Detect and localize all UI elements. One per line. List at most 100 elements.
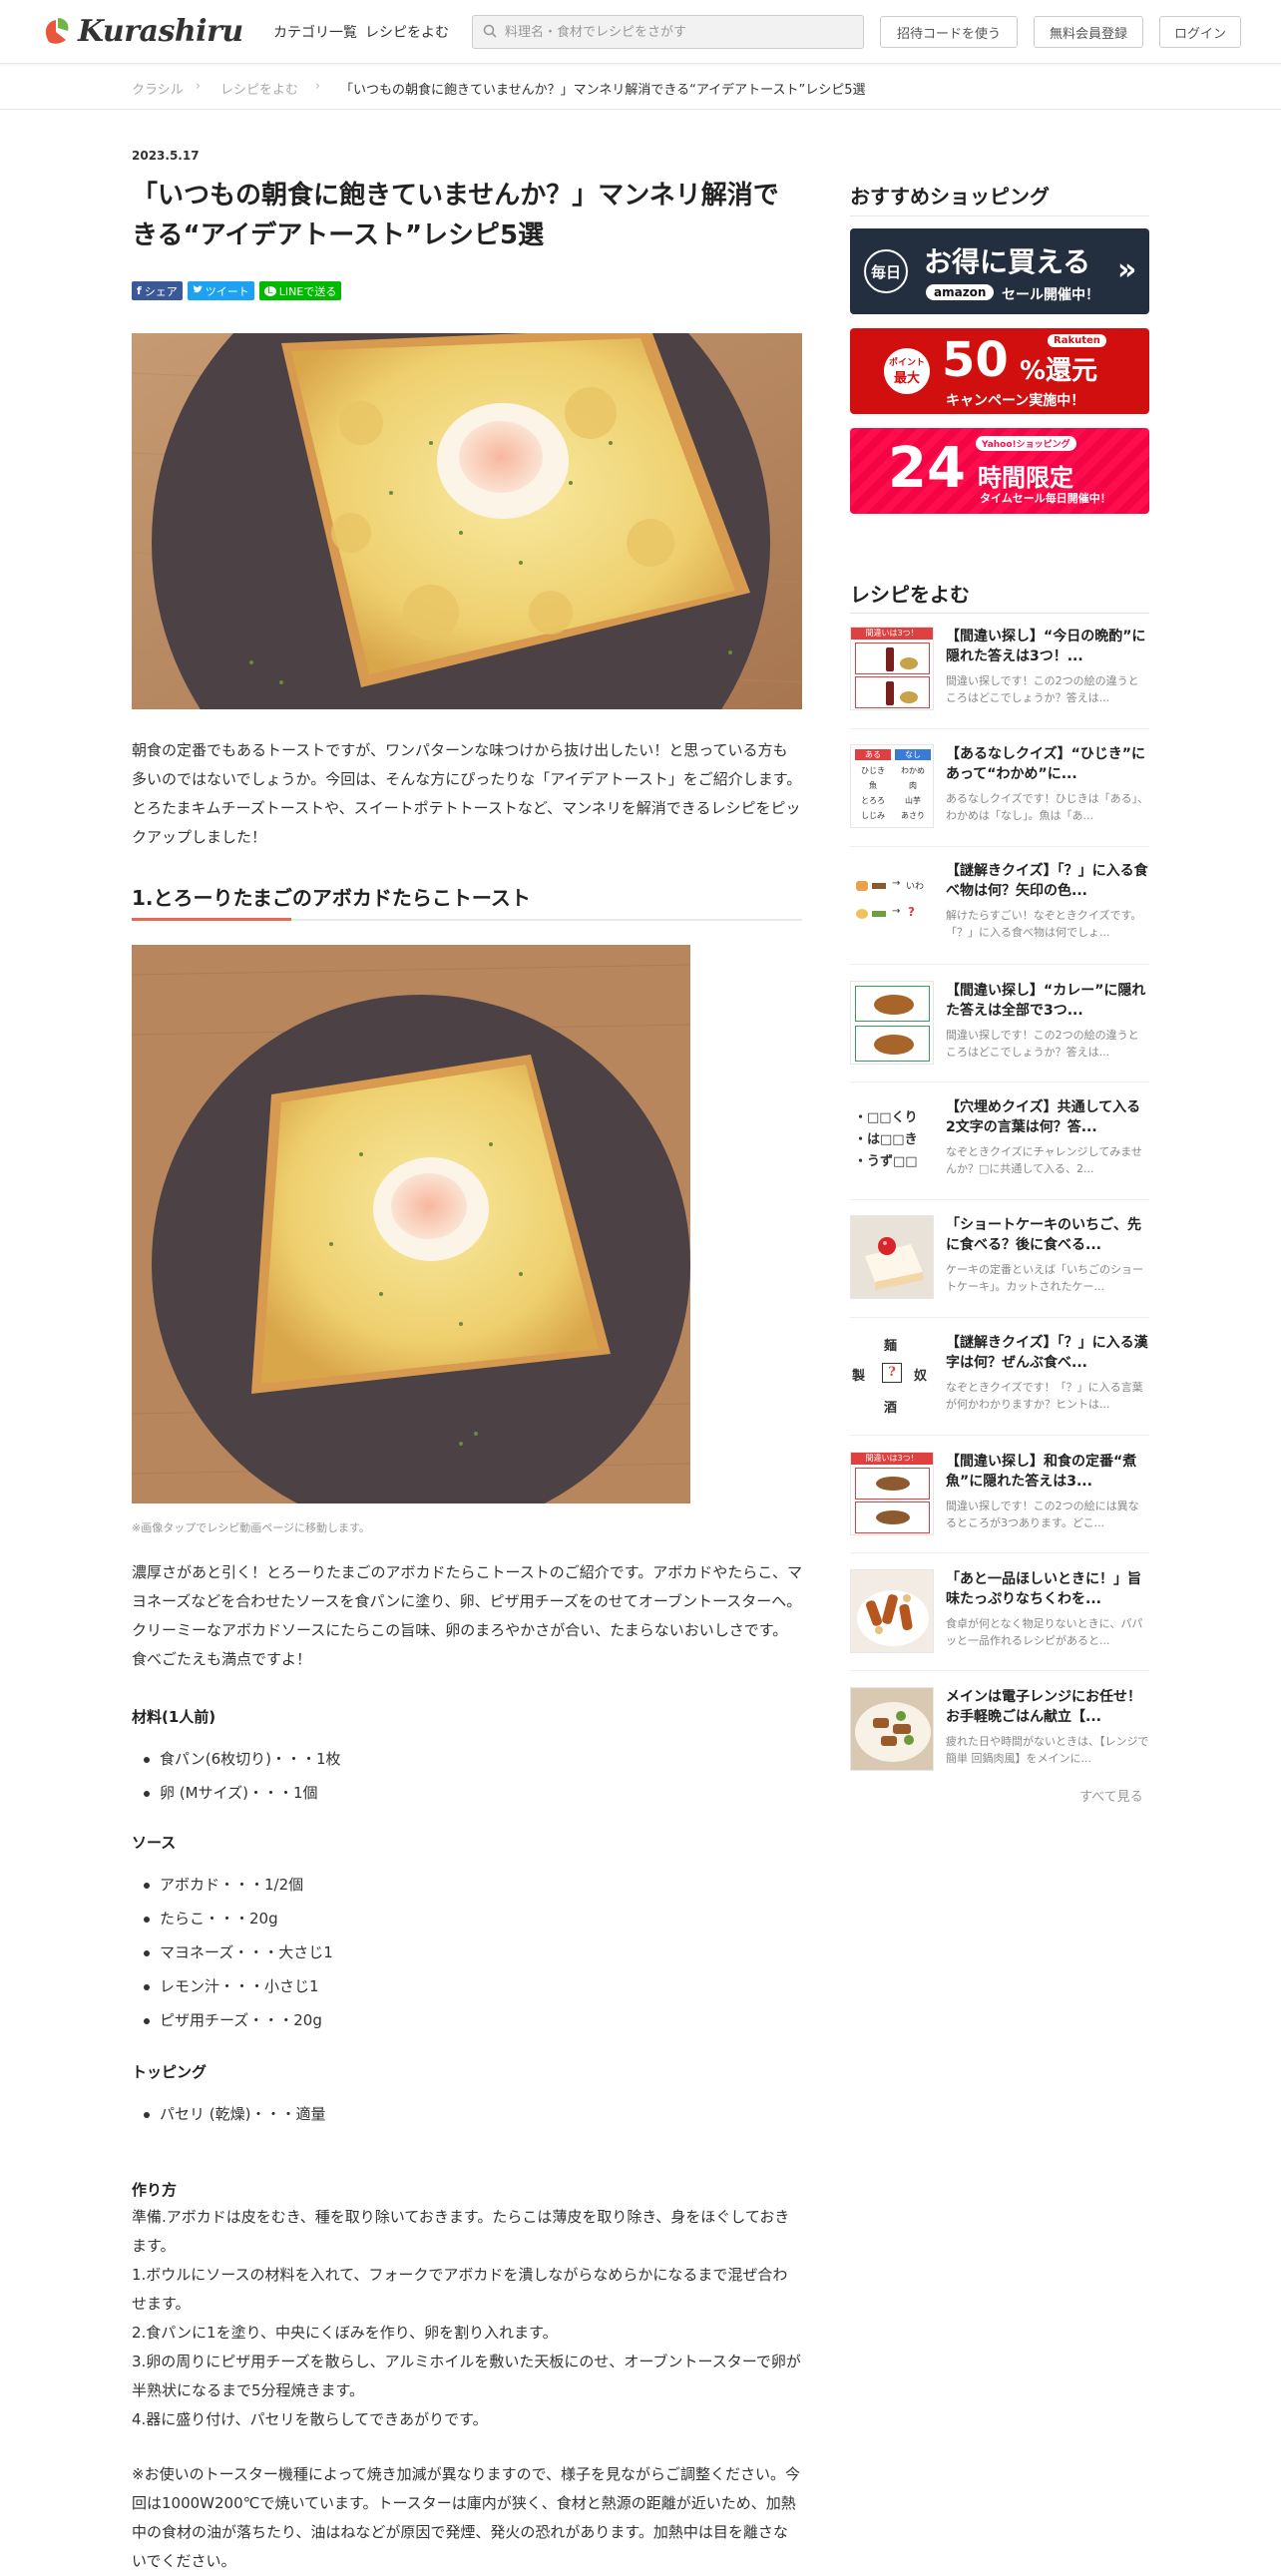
bottle-icon (886, 681, 894, 705)
steps-list: 準備.アボカドは皮をむき、種を取り除いておきます。たらこは薄皮を取り除き、身をほ… (132, 2203, 802, 2434)
divider (850, 1552, 1149, 1553)
list-item: 卵 (Mサイズ)・・・1個 (144, 1776, 341, 1810)
recipe-read-title: 【間違い探し】“今日の晩酌”に隠れた答えは3つ！... (946, 629, 1146, 664)
chikuwa-thumbnail (850, 1569, 934, 1653)
quiz-word: 肉 (909, 781, 917, 790)
list-item: 食パン(6枚切り)・・・1枚 (144, 1742, 341, 1776)
recipe-1-image[interactable] (132, 945, 690, 1503)
amazon-logo-text: amazon (934, 285, 987, 299)
quiz-line: ・うず□□ (854, 1154, 918, 1169)
recipe-read-desc: 解けたらすごい！なぞときクイズです。「？」に入る食べ物は何でしょ... (946, 909, 1142, 939)
yahoo-timesale-banner[interactable]: Yahoo!ショッピング 24 時間限定 タイムセール毎日開催中！ (850, 428, 1149, 514)
quiz-line: ・は□□き (854, 1132, 918, 1147)
thumb-badge: 間違いは3つ！ (851, 1453, 933, 1465)
recipe-read-item[interactable]: 「ショートケーキのいちご、先に食べる？後に食べる... ケーキの定番といえば「い… (850, 1215, 1149, 1301)
banner-sub-text: キャンペーン実施中！ (946, 393, 1085, 409)
picture-frame (855, 1502, 930, 1533)
register-button[interactable]: 無料会員登録 (1034, 16, 1143, 48)
search-input[interactable] (505, 24, 844, 40)
topping-list: パセリ (乾燥)・・・適量 (143, 2097, 325, 2131)
login-button[interactable]: ログイン (1159, 16, 1241, 48)
facebook-share-button[interactable]: f シェア (132, 281, 183, 300)
recipe-read-item[interactable]: 「あと一品ほしいときに！」旨味たっぷりなちくわを... 食卓が何となく物足りない… (850, 1569, 1149, 1655)
recipe-read-item[interactable]: → いわ → ? 【謎解きクイズ】「？」に入る食べ物は何？矢印の色... 解けた… (850, 861, 1149, 947)
share-buttons: f シェア ツイート L LINEで送る (132, 281, 342, 300)
logo-text: Kurashiru (78, 14, 243, 49)
line-share-button[interactable]: L LINEで送る (258, 281, 342, 300)
list-item: レモン汁・・・小さじ1 (144, 1969, 333, 2003)
logo[interactable]: Kurashiru (40, 14, 243, 49)
see-all-link[interactable]: すべて見る (1079, 1786, 1143, 1805)
picture-frame (855, 986, 930, 1022)
list-item: パセリ (乾燥)・・・適量 (143, 2097, 325, 2131)
chevron-right-icon: › (315, 79, 321, 94)
twitter-share-button[interactable]: ツイート (187, 281, 254, 300)
recipe-read-item[interactable]: ある なし ひじき 魚 とろろ しじみ わかめ 肉 山芋 あさり 【あるなしクイ… (850, 744, 1149, 830)
food-icon (872, 883, 886, 889)
badge-point-text: ポイント (888, 358, 925, 368)
site-header: Kurashiru カテゴリ一覧 レシピをよむ 招待コードを使う 無料会員登録 … (0, 0, 1281, 64)
divider (850, 1199, 1149, 1200)
recipe-read-item[interactable]: メインは電子レンジにお任せ！お手軽晩ごはん献立【... 疲れた日や時間がないとき… (850, 1687, 1149, 1773)
nav-read-recipes[interactable]: レシピをよむ (365, 22, 449, 42)
recipe-read-title: 【謎解きクイズ】「？」に入る漢字は何？ぜんぶ食べ... (946, 1335, 1148, 1371)
plate-icon (900, 691, 918, 703)
recipe-read-title: 「ショートケーキのいちご、先に食べる？後に食べる... (946, 1217, 1141, 1253)
recipe-read-item[interactable]: ・□□くり ・は□□き ・うず□□ 【穴埋めクイズ】共通して入る2文字の言葉は何… (850, 1097, 1149, 1183)
recipe-read-item[interactable]: 間違いは3つ！ 【間違い探し】“今日の晩酌”に隠れた答えは3つ！... 間違い探… (850, 627, 1149, 712)
hero-toast-image[interactable] (132, 333, 802, 709)
sauce-list: アボカド・・・1/2個 たらこ・・・20g マヨネーズ・・・大さじ1 レモン汁・… (144, 1868, 333, 2037)
nashi-header: なし (895, 749, 931, 760)
divider (850, 964, 1149, 965)
divider (850, 1435, 1149, 1436)
banner-badge-text: 毎日 (870, 262, 901, 281)
banner-sub-text: タイムセール毎日開催中！ (980, 492, 1111, 505)
recipe-read-title: 【あるなしクイズ】“ひじき”にあって“わかめ”に... (946, 746, 1145, 782)
recipe-read-title: 「あと一品ほしいときに！」旨味たっぷりなちくわを... (946, 1571, 1141, 1607)
step-prep: 準備.アボカドは皮をむき、種を取り除いておきます。たらこは薄皮を取り除き、身をほ… (132, 2208, 790, 2255)
quiz-line: ・□□くり (854, 1110, 918, 1125)
arrow-icon: → (892, 878, 901, 889)
kanji-left: 製 (852, 1369, 866, 1384)
picture-frame (855, 643, 930, 674)
search-box[interactable] (472, 15, 864, 49)
divider (850, 846, 1149, 847)
picture-frame (855, 1026, 930, 1062)
picture-frame (855, 1468, 930, 1500)
breadcrumb-home[interactable]: クラシル (132, 79, 184, 98)
recipe-read-desc: なぞときクイズにチャレンジしてみませんか？□に共通して入る、2... (946, 1145, 1142, 1175)
recipe-read-title: メインは電子レンジにお任せ！お手軽晩ごはん献立【... (946, 1689, 1141, 1725)
recipe-read-title: 【謎解きクイズ】「？」に入る食べ物は何？矢印の色... (946, 863, 1148, 899)
quiz-word: しじみ (861, 811, 885, 820)
rakuten-number: 50 (942, 332, 1009, 388)
image-caption: ※画像タップでレシピ動画ページに移動します。 (132, 1521, 370, 1534)
spot-diff-thumbnail: 間違いは3つ！ (850, 627, 934, 710)
kanji-top: 麺 (884, 1339, 898, 1354)
nav-category-list[interactable]: カテゴリ一覧 (273, 22, 357, 42)
recipe-read-title: 【間違い探し】“カレー”に隠れた答えは全部で3つ... (946, 983, 1146, 1019)
toaster-note: ※お使いのトースター機種によって焼き加減が異なりますので、様子を見ながらご調整く… (132, 2465, 801, 2570)
list-item: アボカド・・・1/2個 (144, 1868, 333, 1902)
rakuten-campaign-banner[interactable]: ポイント 最大 50 %還元 Rakuten キャンペーン実施中！ (850, 328, 1149, 414)
recipe-read-item[interactable]: 間違いは3つ！ 【間違い探し】和食の定番“煮魚”に隠れた答えは3... 間違い探… (850, 1452, 1149, 1537)
amazon-sale-banner[interactable]: 毎日 お得に買える amazon セール開催中！ » (850, 228, 1149, 314)
breadcrumb-current: 「いつもの朝食に飽きていませんか？」マンネリ解消できる“アイデアトースト”レシピ… (340, 83, 866, 98)
read-recipes-heading: レシピをよむ (850, 583, 970, 607)
food-icon (856, 909, 868, 919)
recipe-read-item[interactable]: 【間違い探し】“カレー”に隠れた答えは全部で3つ... 間違い探しです！この2つ… (850, 981, 1149, 1067)
double-chevron-right-icon: » (1117, 252, 1137, 287)
section-1-title: 1.とろーりたまごのアボカドたらこトースト (132, 886, 531, 910)
recipe-read-desc: 食卓が何となく物足りないときに、パパッと一品作れるレシピがあると... (946, 1617, 1143, 1647)
twitter-share-label: ツイート (205, 284, 249, 298)
sauce-heading: ソース (132, 1834, 177, 1852)
food-icon (872, 911, 886, 917)
aru-header: ある (855, 749, 891, 760)
heading-accent-line (132, 918, 291, 921)
invite-code-button[interactable]: 招待コードを使う (880, 16, 1018, 48)
breadcrumb-read[interactable]: レシピをよむ (220, 79, 298, 98)
food-icon (856, 881, 868, 891)
yahoo-logo: Yahoo!ショッピング (976, 436, 1076, 451)
question-mark-icon: ? (908, 905, 915, 919)
recipe-read-item[interactable]: 麺 製 奴 酒 ? 【謎解きクイズ】「？」に入る漢字は何？ぜんぶ食べ... なぞ… (850, 1333, 1149, 1419)
fill-blank-thumbnail: ・□□くり ・は□□き ・うず□□ (850, 1097, 934, 1181)
